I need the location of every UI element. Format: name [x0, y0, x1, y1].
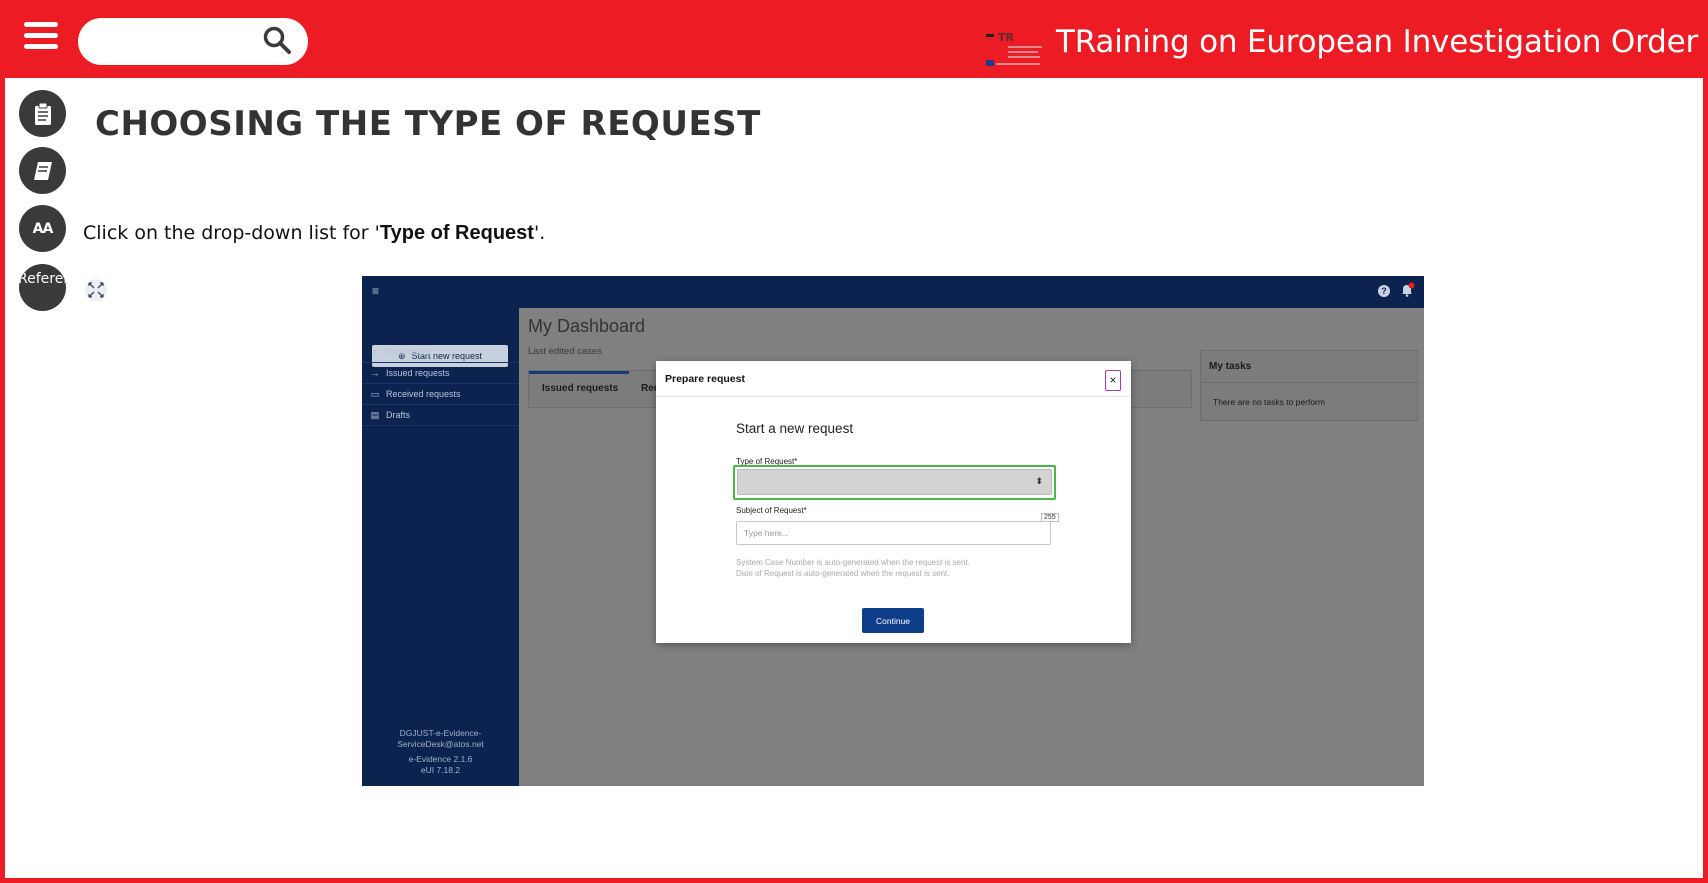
active-tab-indicator	[529, 371, 629, 374]
references-button[interactable]: References	[19, 264, 66, 311]
instruction-text: Click on the drop-down list for 'Type of…	[83, 222, 545, 245]
modal-header: Prepare request ×	[656, 361, 1131, 397]
close-icon[interactable]: ×	[1105, 370, 1121, 391]
app-screenshot: ≡ ? ⊕ Start new request ≡ Dashboard → Is…	[362, 276, 1424, 786]
type-of-request-select[interactable]: ⬍	[737, 469, 1052, 495]
divider	[1201, 382, 1417, 383]
site-title: TRaining on European Investigation Order	[1056, 24, 1698, 60]
page-title: CHOOSING THE TYPE OF REQUEST	[95, 104, 761, 144]
nav-item-drafts: ▤ Drafts	[362, 405, 519, 426]
footer-email-line2: ServiceDesk@atos.net	[397, 739, 484, 749]
instruction-suffix: '.	[533, 222, 546, 244]
nav-label: Received requests	[386, 389, 461, 399]
select-arrows-icon: ⬍	[1035, 476, 1043, 486]
last-edited-label: Last edited cases	[528, 346, 602, 357]
text-size-button[interactable]: AA	[19, 205, 66, 252]
search-input[interactable]	[92, 28, 252, 54]
subject-of-request-label: Subject of Request*	[736, 506, 807, 515]
bell-icon	[1402, 282, 1415, 297]
nav-label: Drafts	[386, 410, 411, 420]
nav-item-dashboard: ≡ Dashboard	[362, 342, 519, 363]
app-menu-icon: ≡	[372, 284, 380, 298]
nav-icon: ≡	[372, 347, 378, 357]
notebook-button[interactable]	[19, 147, 66, 194]
footer-version-app: e-Evidence 2.1.6	[408, 754, 473, 764]
logo-text: TR	[998, 31, 1015, 44]
menu-icon[interactable]	[24, 22, 58, 52]
continue-button[interactable]: Continue	[862, 608, 924, 633]
my-tasks-title: My tasks	[1209, 361, 1252, 372]
top-bar: TR TRaining on European Investigation Or…	[0, 0, 1708, 78]
nav-label: Dashboard	[386, 347, 431, 357]
search-icon[interactable]	[262, 25, 292, 55]
modal-title: Prepare request	[665, 373, 745, 385]
footer-email-line1: DGJUST-e-Evidence-	[399, 728, 482, 738]
text-size-icon: AA	[32, 220, 54, 237]
footer-version-eui: eUI 7.18.2	[420, 765, 461, 775]
my-tasks-empty: There are no tasks to perform	[1213, 397, 1325, 407]
expand-icon[interactable]	[84, 278, 108, 302]
instruction-prefix: Click on the drop-down list for '	[83, 222, 380, 244]
nav-icon: ▭	[370, 388, 380, 399]
book-icon	[33, 161, 52, 180]
nav-item-issued: → Issued requests	[362, 363, 519, 384]
references-label: References	[19, 270, 66, 287]
help-icon: ?	[1378, 285, 1390, 297]
dashboard-title: My Dashboard	[528, 316, 646, 336]
prepare-request-modal: Prepare request × Start a new request Ty…	[656, 361, 1131, 643]
request-date-note: Date of Request is auto-generated when t…	[736, 569, 950, 578]
nav-label: Issued requests	[386, 368, 450, 378]
app-header: ≡ ?	[362, 276, 1424, 308]
tab-issued-requests: Issued requests	[542, 383, 619, 394]
instruction-bold: Type of Request	[379, 222, 534, 244]
case-number-note: System Case Number is auto-generated whe…	[736, 558, 970, 567]
nav-item-received: ▭ Received requests	[362, 384, 519, 405]
tr-logo: TR	[982, 28, 1050, 70]
subject-of-request-input[interactable]: Type here...	[736, 521, 1051, 545]
nav-icon: →	[370, 368, 380, 378]
modal-subtitle: Start a new request	[736, 421, 854, 436]
app-sidebar: ⊕ Start new request ≡ Dashboard → Issued…	[362, 308, 519, 786]
my-tasks-panel: My tasks There are no tasks to perform	[1200, 350, 1418, 421]
nav-icon: ▤	[370, 409, 380, 420]
clipboard-icon	[34, 102, 51, 125]
clipboard-button[interactable]	[19, 90, 66, 137]
